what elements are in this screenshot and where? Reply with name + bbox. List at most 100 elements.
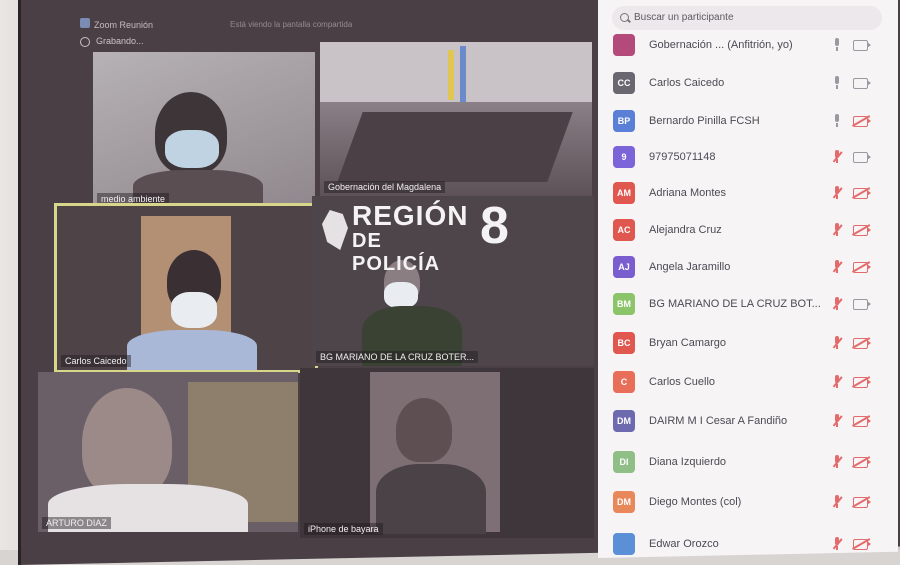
video-tile-carlos-caicedo[interactable]: Carlos Caicedo: [54, 203, 318, 373]
participant-avatar: [613, 34, 635, 56]
flag: [448, 50, 454, 100]
recording-indicator: Grabando...: [80, 36, 144, 47]
video-camera-icon[interactable]: [853, 497, 871, 508]
video-tile-iphone-bayara[interactable]: iPhone de bayara: [300, 368, 594, 538]
recording-label: Grabando...: [96, 36, 144, 46]
participant-row[interactable]: DI Diana Izquierdo: [613, 451, 883, 477]
participant-name: Alejandra Cruz: [649, 224, 722, 236]
video-camera-icon[interactable]: [853, 152, 871, 163]
participant-avatar: BM: [613, 293, 635, 315]
participant-row[interactable]: BC Bryan Camargo: [613, 332, 883, 358]
microphone-icon[interactable]: [833, 336, 841, 349]
video-camera-icon[interactable]: [853, 338, 871, 349]
video-camera-icon[interactable]: [853, 78, 871, 89]
microphone-icon[interactable]: [833, 537, 841, 550]
window-title: Zoom Reunión: [94, 20, 154, 30]
recording-icon: [80, 36, 90, 47]
share-info: Está viendo la pantalla compartida: [230, 20, 353, 29]
participant-avatar: DI: [613, 451, 635, 473]
participant-row[interactable]: AJ Angela Jaramillo: [613, 256, 883, 282]
participant-row[interactable]: Gobernación ... (Anfitrión, yo): [613, 34, 883, 60]
participant-body: [376, 464, 486, 534]
microphone-icon[interactable]: [833, 186, 841, 199]
microphone-icon[interactable]: [833, 375, 841, 388]
tile-name: ARTURO DIAZ: [42, 517, 111, 529]
participant-row[interactable]: CC Carlos Caicedo: [613, 72, 883, 98]
participant-avatar: DM: [613, 491, 635, 513]
participant-head: [396, 398, 452, 462]
video-camera-icon[interactable]: [853, 116, 871, 127]
participant-name: Carlos Cuello: [649, 376, 716, 388]
participant-avatar: DM: [613, 410, 635, 432]
tile-name: iPhone de bayara: [304, 523, 383, 535]
participant-row[interactable]: AC Alejandra Cruz: [613, 219, 883, 245]
video-camera-icon[interactable]: [853, 40, 871, 51]
microphone-icon[interactable]: [833, 150, 841, 163]
microphone-icon[interactable]: [833, 223, 841, 236]
microphone-icon[interactable]: [833, 38, 841, 51]
participant-name: Adriana Montes: [649, 187, 727, 199]
microphone-icon[interactable]: [833, 297, 841, 310]
microphone-icon[interactable]: [833, 76, 841, 89]
video-camera-icon[interactable]: [853, 377, 871, 388]
participant-body: [127, 330, 257, 370]
face-mask: [171, 292, 217, 328]
participant-row[interactable]: DM Diego Montes (col): [613, 491, 883, 517]
face-mask: [384, 282, 418, 308]
participant-name: Bryan Camargo: [649, 337, 727, 349]
participant-avatar: BP: [613, 110, 635, 132]
video-tile-medio-ambiente[interactable]: medio ambiente: [93, 52, 315, 208]
logo-number: 8: [480, 197, 509, 255]
logo-line1: REGIÓN: [352, 200, 469, 231]
search-icon: [620, 13, 629, 22]
participant-row[interactable]: BP Bernardo Pinilla FCSH: [613, 110, 883, 136]
participant-avatar: AC: [613, 219, 635, 241]
participant-name: Diana Izquierdo: [649, 456, 727, 468]
participant-row[interactable]: Edwar Orozco: [613, 533, 883, 559]
participant-head: [82, 388, 172, 498]
participant-row[interactable]: C Carlos Cuello: [613, 371, 883, 397]
video-camera-icon[interactable]: [853, 188, 871, 199]
video-tile-arturo-diaz[interactable]: ARTURO DIAZ: [38, 372, 298, 532]
microphone-icon[interactable]: [833, 495, 841, 508]
participant-name: DAIRM M I Cesar A Fandiño: [649, 415, 788, 427]
flag: [460, 46, 466, 102]
tile-name: Gobernación del Magdalena: [324, 181, 446, 193]
participant-avatar: CC: [613, 72, 635, 94]
participant-name: Diego Montes (col): [649, 496, 742, 508]
tile-name: Carlos Caicedo: [61, 355, 131, 367]
video-camera-icon[interactable]: [853, 262, 871, 273]
window-titlebar: Zoom Reunión Está viendo la pantalla com…: [80, 14, 600, 36]
tile-name: BG MARIANO DE LA CRUZ BOTER...: [316, 351, 479, 363]
participant-row[interactable]: 9 97975071148: [613, 146, 883, 172]
participant-avatar: C: [613, 371, 635, 393]
microphone-icon[interactable]: [833, 260, 841, 273]
video-camera-icon[interactable]: [853, 457, 871, 468]
logo-line2: DE POLICÍA: [352, 230, 441, 275]
participant-name: BG MARIANO DE LA CRUZ BOT...: [649, 298, 821, 310]
participant-row[interactable]: BM BG MARIANO DE LA CRUZ BOT...: [613, 293, 883, 319]
participant-name: Carlos Caicedo: [649, 77, 725, 89]
video-tile-gobernacion[interactable]: Gobernación del Magdalena: [320, 42, 592, 196]
participant-name: Edwar Orozco: [649, 538, 719, 550]
video-camera-icon[interactable]: [853, 539, 871, 550]
video-camera-icon[interactable]: [853, 225, 871, 236]
video-camera-icon[interactable]: [853, 299, 871, 310]
zoom-app-icon: [80, 18, 90, 28]
microphone-icon[interactable]: [833, 455, 841, 468]
microphone-icon[interactable]: [833, 114, 841, 127]
search-placeholder: Buscar un participante: [634, 12, 734, 23]
participant-name: Bernardo Pinilla FCSH: [649, 115, 760, 127]
participant-row[interactable]: DM DAIRM M I Cesar A Fandiño: [613, 410, 883, 436]
meeting-table: [337, 112, 573, 182]
participant-name: Gobernación ... (Anfitrión, yo): [649, 39, 793, 51]
participant-avatar: BC: [613, 332, 635, 354]
participant-name: Angela Jaramillo: [649, 261, 731, 273]
microphone-icon[interactable]: [833, 414, 841, 427]
participant-search-input[interactable]: Buscar un participante: [612, 6, 882, 30]
video-camera-icon[interactable]: [853, 416, 871, 427]
participant-row[interactable]: AM Adriana Montes: [613, 182, 883, 208]
participant-avatar: AM: [613, 182, 635, 204]
participant-avatar: AJ: [613, 256, 635, 278]
participant-name: 97975071148: [649, 151, 716, 163]
